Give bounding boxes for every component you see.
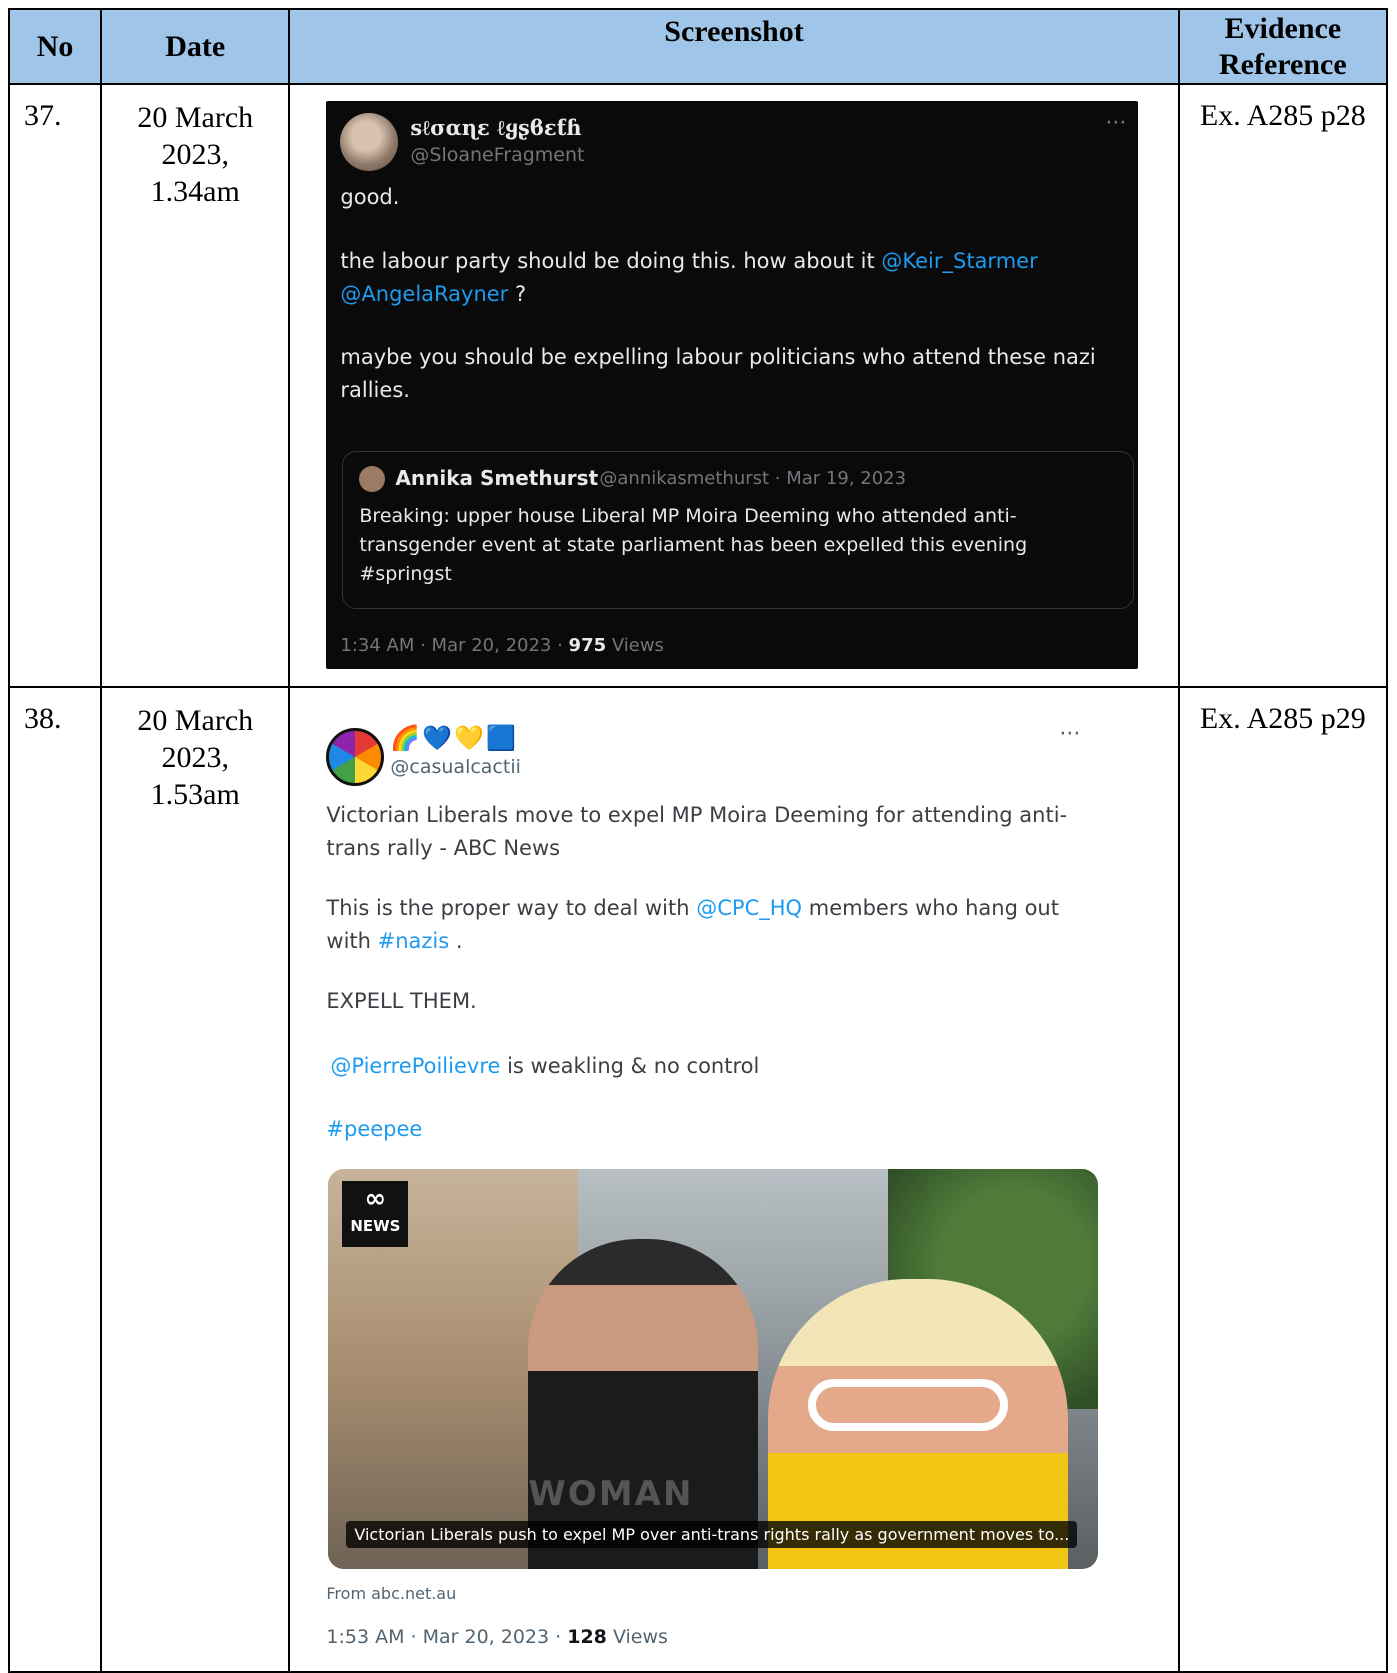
abc-logo-icon: ∞ xyxy=(364,1184,387,1214)
abc-news-logo: ∞ NEWS xyxy=(342,1181,409,1247)
tweet-text-segment: . xyxy=(449,929,463,953)
card-caption: Victorian Liberals push to expel MP over… xyxy=(346,1521,1078,1548)
tweet-text-segment: This is the proper way to deal with xyxy=(326,896,697,920)
row-number: 38. xyxy=(7,686,103,1673)
tweet-handle: @casualcactii xyxy=(390,756,521,778)
avatar xyxy=(326,728,385,786)
more-options-icon: ··· xyxy=(1105,111,1127,136)
link-preview-card: WOMAN ∞ NEWS Victorian Liberals push to e… xyxy=(328,1169,1099,1569)
quoted-tweet: Annika Smethurst @annikasmethurst · Mar … xyxy=(342,451,1135,609)
quote-text: Breaking: upper house Liberal MP Moira D… xyxy=(359,505,1028,585)
views-label: Views xyxy=(606,635,664,656)
screenshot-cell: ꜱℓσαɳε ℓყʂϐεƭɦ @SloaneFragment ··· good.… xyxy=(288,83,1180,688)
mention-link: @CPC_HQ xyxy=(696,896,803,920)
mention-link: @PierrePoilievre xyxy=(330,1054,501,1078)
date-line: 1.53am xyxy=(150,778,240,811)
tweet-display-name: ꜱℓσαɳε ℓყʂϐεƭɦ xyxy=(410,115,582,140)
tweet-text: EXPELL THEM. xyxy=(326,989,477,1013)
row-number: 37. xyxy=(7,83,103,688)
evidence-table: No Date Screenshot Evidence Reference 37… xyxy=(7,8,1389,1673)
more-options-icon: ··· xyxy=(1059,722,1081,747)
shirt-text: WOMAN xyxy=(528,1474,694,1514)
date-line: 1.34am xyxy=(150,175,240,208)
tweet-timestamp: 1:53 AM · Mar 20, 2023 · xyxy=(326,1626,568,1648)
table-row: 38. 20 March 2023, 1.53am 🌈💙💛🟦 @casualca… xyxy=(7,686,1389,1673)
tweet-text: the labour party should be doing this. h… xyxy=(340,245,1130,311)
tweet-footer: 1:34 AM · Mar 20, 2023 · 975 Views xyxy=(340,635,664,656)
views-count: 975 xyxy=(568,635,607,656)
header-date: Date xyxy=(100,8,291,85)
date-line: 20 March xyxy=(137,704,254,737)
hashtag-link: #peepee xyxy=(326,1117,423,1141)
date-line: 2023, xyxy=(161,138,230,171)
tweet-handle: @SloaneFragment xyxy=(410,144,585,166)
screenshot-cell: 🌈💙💛🟦 @casualcactii ··· Victorian Liberal… xyxy=(288,686,1180,1673)
quote-meta: @annikasmethurst · Mar 19, 2023 xyxy=(599,468,907,489)
tweet-text-segment: ? xyxy=(508,282,527,306)
abc-logo-label: NEWS xyxy=(350,1217,401,1235)
header-no: No xyxy=(7,8,103,85)
sunglasses-shape xyxy=(808,1379,1009,1431)
card-source: From abc.net.au xyxy=(326,1584,457,1603)
tweet-footer: 1:53 AM · Mar 20, 2023 · 128 Views xyxy=(326,1626,668,1648)
date-line: 2023, xyxy=(161,741,230,774)
row-date: 20 March 2023, 1.53am xyxy=(100,686,291,1673)
tweet-display-name: 🌈💙💛🟦 xyxy=(390,724,518,752)
row-date: 20 March 2023, 1.34am xyxy=(100,83,291,688)
mention-link: @AngelaRayner xyxy=(340,282,509,306)
mention-link: @Keir_Starmer xyxy=(881,249,1038,273)
quote-avatar xyxy=(359,466,386,492)
tweet-text-segment: is weakling & no control xyxy=(500,1054,760,1078)
header-row: No Date Screenshot Evidence Reference xyxy=(7,8,1389,85)
views-label: Views xyxy=(606,1626,668,1648)
tweet-text: This is the proper way to deal with @CPC… xyxy=(326,892,1086,958)
tweet-timestamp: 1:34 AM · Mar 20, 2023 · xyxy=(340,635,569,656)
table-row: 37. 20 March 2023, 1.34am ꜱℓσαɳε ℓყʂϐεƭɦ… xyxy=(7,83,1389,688)
views-count: 128 xyxy=(567,1626,607,1648)
tweet-text: good. xyxy=(340,185,400,209)
date-line: 20 March xyxy=(137,101,254,134)
quote-author-name: Annika Smethurst xyxy=(395,466,599,490)
avatar xyxy=(340,113,399,171)
evidence-reference: Ex. A285 p29 xyxy=(1177,686,1389,1673)
header-evidence-reference: Evidence Reference xyxy=(1177,8,1389,85)
tweet-text: maybe you should be expelling labour pol… xyxy=(340,345,1096,402)
card-photo-person xyxy=(528,1239,759,1569)
tweet-screenshot-dark: ꜱℓσαɳε ℓყʂϐεƭɦ @SloaneFragment ··· good.… xyxy=(326,101,1139,669)
evidence-reference: Ex. A285 p28 xyxy=(1177,83,1389,688)
tweet-text-segment: the labour party should be doing this. h… xyxy=(340,249,882,273)
hashtag-link: #nazis xyxy=(377,929,450,953)
tweet-text: Victorian Liberals move to expel MP Moir… xyxy=(326,803,1068,860)
header-screenshot: Screenshot xyxy=(288,8,1180,85)
tweet-text: @PierrePoilievre is weakling & no contro… xyxy=(330,1050,1090,1083)
